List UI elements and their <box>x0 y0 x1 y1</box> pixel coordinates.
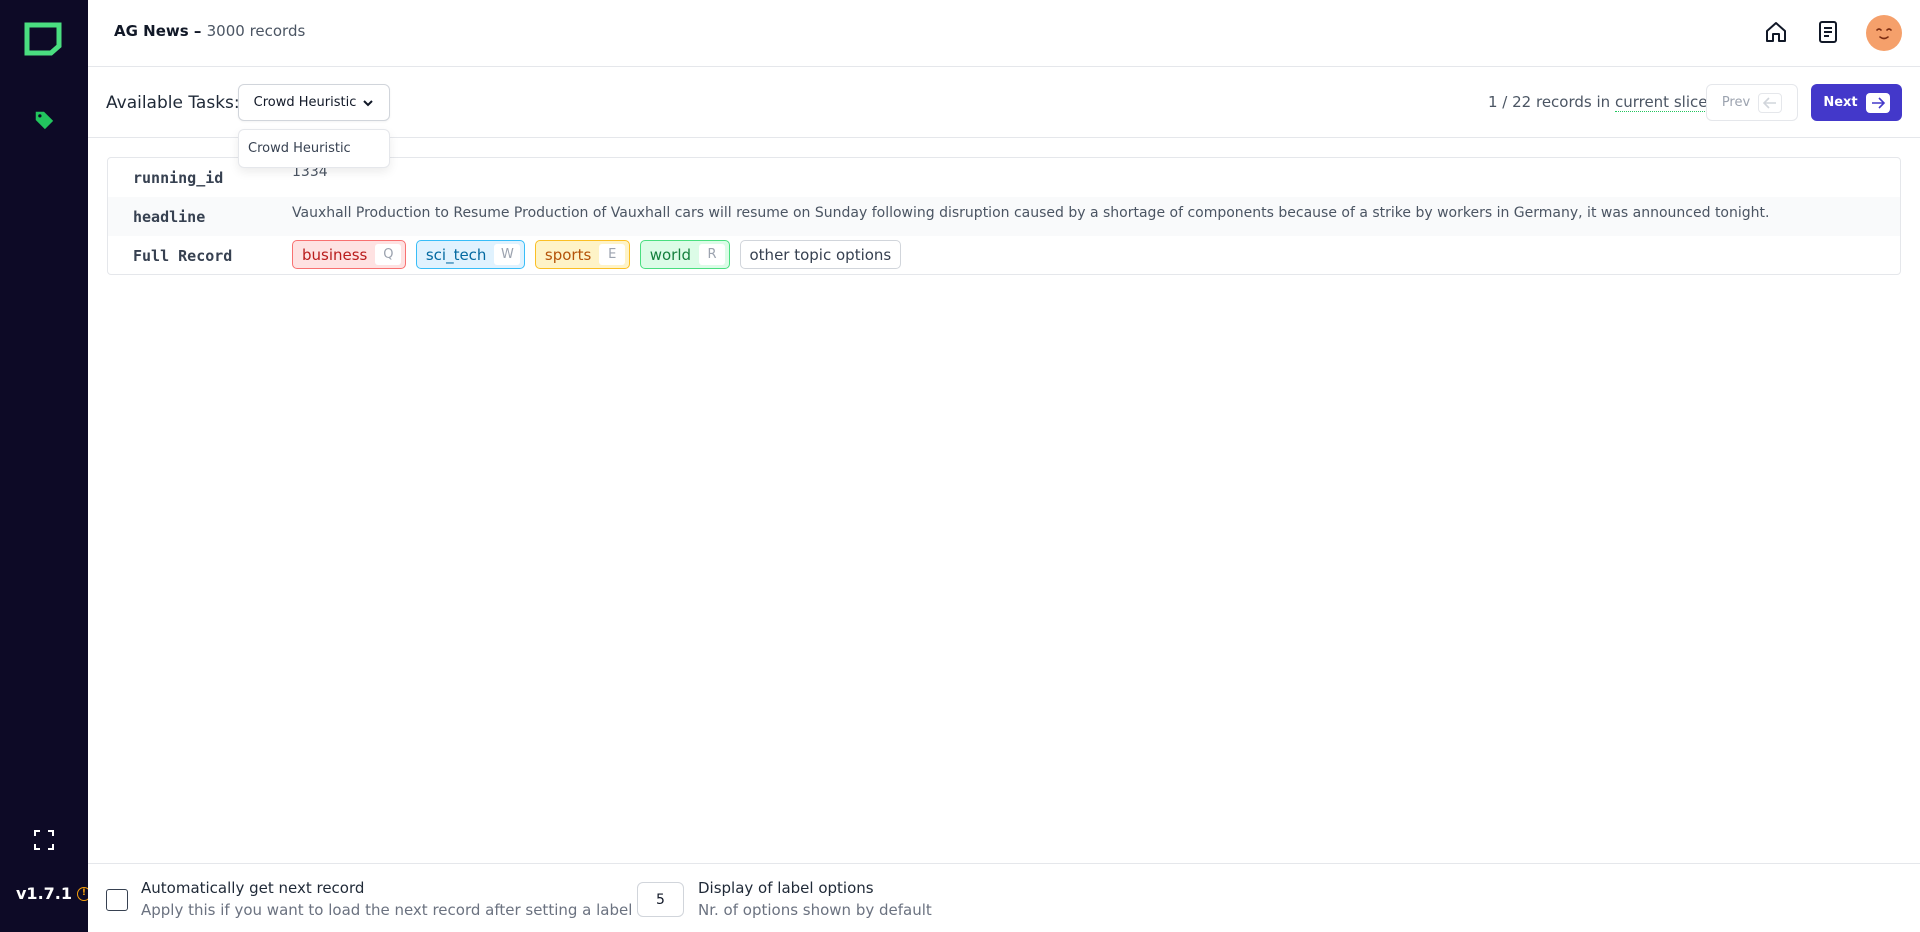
available-tasks-label: Available Tasks: <box>106 93 240 113</box>
shortcut-key: W <box>494 244 521 265</box>
field-key: Full Record <box>133 247 233 265</box>
auto-next-title: Automatically get next record <box>141 879 365 897</box>
record-count: 3000 records <box>206 22 306 40</box>
chevron-down-icon <box>363 99 374 106</box>
logo[interactable] <box>24 22 62 56</box>
prev-button[interactable]: Prev <box>1706 84 1798 121</box>
top-header: AG News – 3000 records <box>88 0 1920 67</box>
display-options-title: Display of label options <box>698 879 874 897</box>
document-icon <box>1819 21 1837 43</box>
task-toolbar: Available Tasks: Crowd Heuristic 1 / 22 … <box>88 67 1920 138</box>
label-name: business <box>302 245 368 264</box>
auto-next-checkbox[interactable] <box>106 889 128 911</box>
label-sci-tech[interactable]: sci_tech W <box>415 240 526 269</box>
field-key: running_id <box>133 169 224 187</box>
task-dropdown-menu: Crowd Heuristic <box>238 129 390 168</box>
label-name: sports <box>544 245 592 264</box>
sidebar: v1.7.1 ! <box>0 0 91 932</box>
label-world[interactable]: world R <box>639 240 731 269</box>
field-value: Vauxhall Production to Resume Production… <box>292 205 1770 221</box>
current-slice-link[interactable]: current slice <box>1614 93 1708 112</box>
next-label: Next <box>1823 95 1858 110</box>
label-options: business Q sci_tech W sports E world R o… <box>292 240 902 269</box>
documentation-button[interactable] <box>1814 18 1842 46</box>
table-row: Full Record business Q sci_tech W sports… <box>108 236 1900 275</box>
shortcut-key: E <box>599 244 626 265</box>
prev-label: Prev <box>1721 95 1751 110</box>
label-name: sci_tech <box>425 245 487 264</box>
label-sports[interactable]: sports E <box>534 240 631 269</box>
records-count-text: 1 / 22 records in <box>1488 93 1611 111</box>
avatar[interactable] <box>1866 15 1902 51</box>
home-button[interactable] <box>1762 18 1790 46</box>
field-key: headline <box>133 208 206 226</box>
label-count-input[interactable] <box>637 882 684 917</box>
project-name: AG News – <box>114 22 202 40</box>
sidebar-item-labeling[interactable] <box>30 108 58 132</box>
tag-icon <box>35 111 54 130</box>
table-row: headline Vauxhall Production to Resume P… <box>108 197 1900 236</box>
other-topic-options-button[interactable]: other topic options <box>739 240 902 269</box>
arrow-right-icon <box>1865 92 1890 113</box>
next-button[interactable]: Next <box>1811 84 1902 121</box>
shortcut-key: R <box>699 244 726 265</box>
label-name: world <box>649 245 692 264</box>
task-dropdown[interactable]: Crowd Heuristic <box>238 84 390 121</box>
display-options-description: Nr. of options shown by default <box>698 901 932 919</box>
shortcut-key: Q <box>375 244 402 265</box>
record-table: running_id 1334 headline Vauxhall Produc… <box>107 157 1901 275</box>
label-business[interactable]: business Q <box>292 240 407 269</box>
auto-next-description: Apply this if you want to load the next … <box>141 901 633 919</box>
fullscreen-icon[interactable] <box>32 828 56 852</box>
project-title: AG News – 3000 records <box>114 22 305 40</box>
selected-task: Crowd Heuristic <box>253 95 357 110</box>
arrow-left-icon <box>1758 92 1783 113</box>
version-indicator[interactable]: v1.7.1 ! <box>16 884 91 903</box>
version-label: v1.7.1 <box>16 884 72 903</box>
task-option[interactable]: Crowd Heuristic <box>239 130 389 167</box>
settings-footer: Automatically get next record Apply this… <box>88 863 1920 932</box>
home-icon <box>1766 22 1786 42</box>
user-face-icon <box>1876 28 1892 40</box>
records-position: 1 / 22 records in current slice <box>1488 93 1708 112</box>
